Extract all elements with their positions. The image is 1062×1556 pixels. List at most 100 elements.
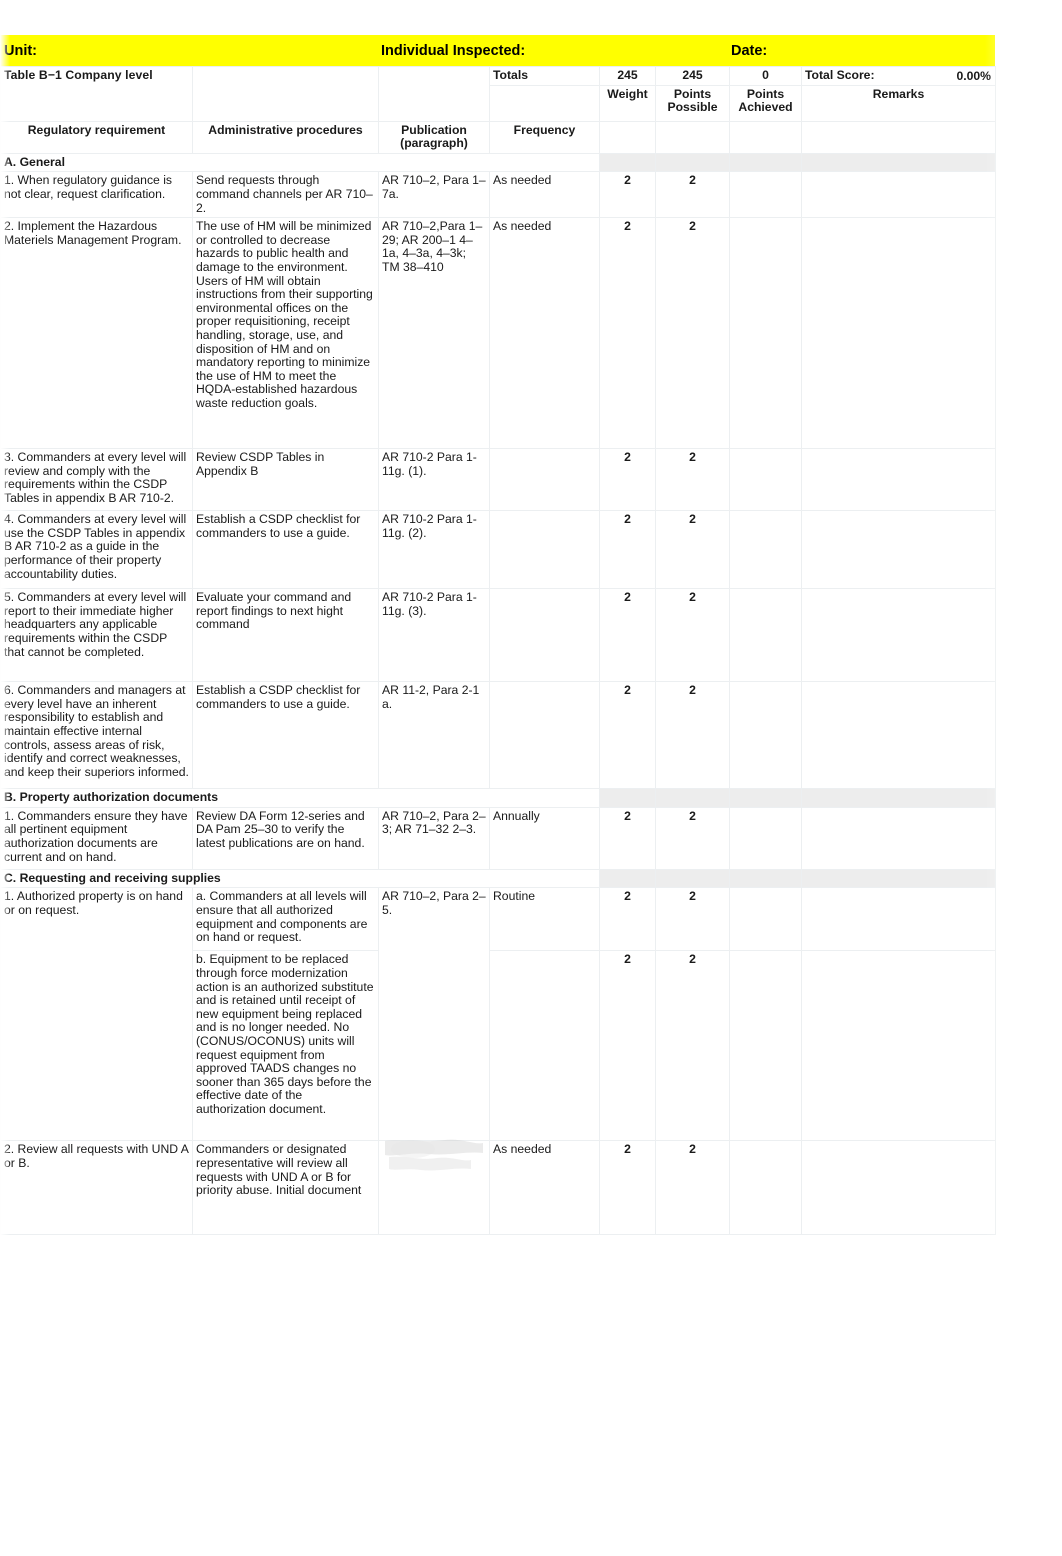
cell-procedure: Commanders or designated representative … (192, 1140, 379, 1236)
cell-requirement: 1. Commanders ensure they have all perti… (0, 806, 193, 870)
cell-points-achieved[interactable] (729, 171, 802, 219)
table-row: 1. Authorized property is on hand or on … (0, 887, 996, 1142)
total-score-label: Total Score: (805, 68, 875, 82)
section-a-pp-blank (655, 152, 730, 173)
cell-requirement: 1. When regulatory guidance is not clear… (0, 171, 193, 219)
cell-frequency (489, 950, 600, 1142)
cell-remarks[interactable] (801, 588, 996, 683)
cell-weight[interactable]: 2 (599, 681, 656, 790)
cell-publication: AR 710-2 Para 1-11g. (3). (378, 588, 490, 683)
cell-weight[interactable]: 2 (599, 887, 656, 952)
cell-frequency (489, 588, 600, 683)
cell-remarks[interactable] (801, 806, 996, 870)
cell-points-possible[interactable]: 2 (655, 887, 730, 952)
section-heading-a: A. General (0, 152, 600, 173)
cell-frequency: As needed (489, 171, 600, 219)
cell-requirement: 6. Commanders and managers at every leve… (0, 681, 193, 790)
cell-points-achieved[interactable] (729, 887, 802, 952)
cell-publication: AR 11-2, Para 2-1 a. (378, 681, 490, 790)
section-a-weight-blank (599, 152, 656, 173)
cell-weight[interactable]: 2 (599, 950, 656, 1142)
identification-bar: Unit: Individual Inspected: Date: (0, 35, 995, 66)
cell-points-achieved[interactable] (729, 950, 802, 1142)
cell-weight[interactable]: 2 (599, 510, 656, 590)
cell-procedure: Establish a CSDP checklist for commander… (192, 681, 379, 790)
section-b-pa-blank (729, 788, 802, 808)
points-achieved-line2: Achieved (738, 100, 793, 115)
cell-weight[interactable]: 2 (599, 217, 656, 450)
section-heading-b: B. Property authorization documents (0, 788, 600, 808)
column-header-row: Regulatory requirement Administrative pr… (0, 120, 996, 154)
cell-procedure: Evaluate your command and report finding… (192, 588, 379, 683)
cell-points-possible[interactable]: 2 (655, 217, 730, 450)
cell-remarks[interactable] (801, 950, 996, 1142)
total-score-value[interactable]: 0.00% (956, 69, 991, 84)
column-header-frequency: Frequency (489, 120, 600, 154)
section-header-row: A. General (0, 152, 996, 173)
cell-publication: AR 710-2 Para 1-11g. (2). (378, 510, 490, 590)
cell-points-possible[interactable]: 2 (655, 588, 730, 683)
table-row: 6. Commanders and managers at every leve… (0, 681, 996, 790)
cell-points-achieved[interactable] (729, 510, 802, 590)
table-row: 4. Commanders at every level will use th… (0, 510, 996, 590)
points-achieved-line1: Points (746, 86, 785, 101)
column-header-regulatory-requirement: Regulatory requirement (0, 120, 193, 154)
cell-weight[interactable]: 2 (599, 806, 656, 870)
cell-procedure: Establish a CSDP checklist for commander… (192, 510, 379, 590)
cell-points-achieved[interactable] (729, 1140, 802, 1236)
cell-requirement: 3. Commanders at every level will review… (0, 448, 193, 512)
cell-weight[interactable]: 2 (599, 448, 656, 512)
cell-points-possible[interactable]: 2 (655, 950, 730, 1142)
csdp-checklist-table: Table B−1 Company level Totals 245 245 0… (0, 66, 996, 1236)
cell-points-possible[interactable]: 2 (655, 171, 730, 219)
cell-weight[interactable]: 2 (599, 1140, 656, 1236)
cell-weight[interactable]: 2 (599, 171, 656, 219)
cell-frequency: Annually (489, 806, 600, 870)
column-header-remarks: Remarks (801, 84, 996, 122)
table-row: 2. Implement the Hazardous Materiels Man… (0, 217, 996, 450)
column-header-points-achieved: Points Achieved (729, 84, 802, 122)
column-header-points-possible: Points Possible (655, 84, 730, 122)
title-spacer-publication (378, 66, 490, 122)
cell-points-possible[interactable]: 2 (655, 1140, 730, 1236)
section-heading-c: C. Requesting and receiving supplies (0, 868, 600, 889)
cell-points-possible[interactable]: 2 (655, 448, 730, 512)
cell-points-possible[interactable]: 2 (655, 510, 730, 590)
table-row: 2. Review all requests with UND A or B. … (0, 1140, 996, 1236)
cell-remarks[interactable] (801, 1140, 996, 1236)
cell-points-achieved[interactable] (729, 588, 802, 683)
cell-requirement: 2. Implement the Hazardous Materiels Man… (0, 217, 193, 450)
cell-frequency: Routine (489, 887, 600, 952)
section-b-remarks-blank (801, 788, 996, 808)
cell-points-achieved[interactable] (729, 806, 802, 870)
cell-procedure: Send requests through command channels p… (192, 171, 379, 219)
cell-remarks[interactable] (801, 887, 996, 952)
cell-requirement: 2. Review all requests with UND A or B. (0, 1140, 193, 1236)
cell-procedure: The use of HM will be minimized or contr… (192, 217, 379, 450)
column-header-remarks-blank (801, 120, 996, 154)
column-header-points-achieved-blank (729, 120, 802, 154)
cell-remarks[interactable] (801, 510, 996, 590)
page-edge-fade-right (985, 0, 1062, 1556)
cell-points-achieved[interactable] (729, 681, 802, 790)
cell-points-achieved[interactable] (729, 448, 802, 512)
cell-points-possible[interactable]: 2 (655, 681, 730, 790)
section-c-pa-blank (729, 868, 802, 889)
cell-points-achieved[interactable] (729, 217, 802, 450)
cell-remarks[interactable] (801, 217, 996, 450)
cell-remarks[interactable] (801, 681, 996, 790)
cell-frequency (489, 510, 600, 590)
metric-spacer (489, 84, 600, 122)
cell-procedure: b. Equipment to be replaced through forc… (192, 950, 379, 1142)
cell-frequency: As needed (489, 1140, 600, 1236)
cell-remarks[interactable] (801, 448, 996, 512)
table-row: 5. Commanders at every level will report… (0, 588, 996, 683)
cell-points-possible[interactable]: 2 (655, 806, 730, 870)
column-header-weight: Weight (599, 84, 656, 122)
cell-publication: AR 710-2 Para 1-11g. (1). (378, 448, 490, 512)
cell-weight[interactable]: 2 (599, 588, 656, 683)
table-row: 3. Commanders at every level will review… (0, 448, 996, 512)
totals-weight: 245 (599, 66, 656, 86)
section-a-pa-blank (729, 152, 802, 173)
cell-remarks[interactable] (801, 171, 996, 219)
